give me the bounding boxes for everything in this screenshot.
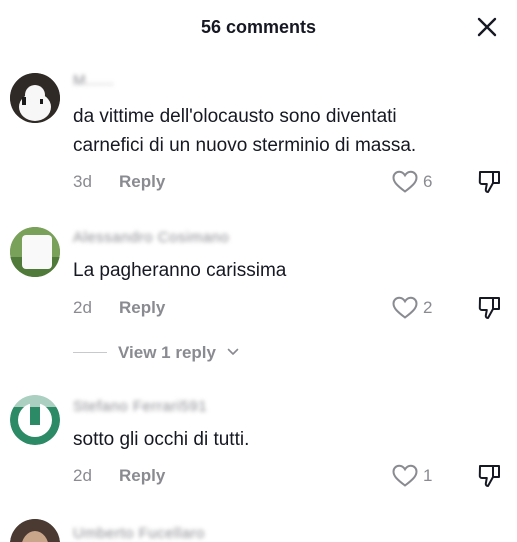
- like-count: 2: [423, 298, 433, 317]
- comment-item: M...... da vittime dell'olocausto sono d…: [0, 70, 517, 200]
- comment-item: Stefano Ferrari591 sotto gli occhi di tu…: [0, 395, 517, 505]
- reply-button[interactable]: Reply: [119, 298, 165, 318]
- thumbs-down-icon[interactable]: [477, 169, 503, 195]
- comment-username[interactable]: Stefano Ferrari591: [73, 398, 207, 415]
- comment-time: 2d: [73, 466, 92, 485]
- avatar[interactable]: [10, 519, 60, 542]
- thumbs-down-icon[interactable]: [477, 463, 503, 489]
- avatar-image: [10, 227, 60, 277]
- avatar-image: [10, 73, 60, 123]
- view-replies-label: View 1 reply: [118, 343, 216, 362]
- comment-text-line: da vittime dell'olocausto sono diventati: [73, 106, 397, 127]
- avatar[interactable]: [10, 73, 60, 123]
- comment-item: Umberto Fucellaro: [0, 515, 517, 542]
- comment-time: 2d: [73, 298, 92, 317]
- reply-button[interactable]: Reply: [119, 172, 165, 192]
- comment-text: da vittime dell'olocausto sono diventati…: [73, 102, 493, 160]
- comment-text: La pagheranno carissima: [73, 256, 493, 285]
- comment-text: sotto gli occhi di tutti.: [73, 425, 493, 454]
- heart-icon[interactable]: [392, 464, 418, 488]
- comment-username[interactable]: Umberto Fucellaro: [73, 525, 205, 542]
- avatar[interactable]: [10, 395, 60, 445]
- comments-count-title: 56 comments: [200, 17, 317, 37]
- comment-time: 3d: [73, 172, 92, 191]
- like-count: 1: [423, 466, 433, 485]
- comment-text-line: La pagheranno carissima: [73, 260, 287, 281]
- heart-icon[interactable]: [392, 296, 418, 320]
- comment-username[interactable]: M......: [73, 72, 114, 89]
- close-icon[interactable]: [475, 15, 499, 39]
- like-count: 6: [423, 172, 433, 191]
- comment-text-line: sotto gli occhi di tutti.: [73, 429, 250, 450]
- avatar-image: [10, 519, 60, 542]
- thumbs-down-icon[interactable]: [477, 295, 503, 321]
- comments-header: 56 comments: [0, 0, 517, 56]
- comment-text-line: carnefici di un nuovo sterminio di massa…: [73, 135, 417, 156]
- avatar[interactable]: [10, 227, 60, 277]
- chevron-down-icon: [227, 348, 239, 355]
- comment-username[interactable]: Alessandro Cosimano: [73, 229, 229, 246]
- avatar-image: [10, 395, 60, 445]
- heart-icon[interactable]: [392, 170, 418, 194]
- reply-button[interactable]: Reply: [119, 466, 165, 486]
- view-replies-divider: [73, 352, 107, 353]
